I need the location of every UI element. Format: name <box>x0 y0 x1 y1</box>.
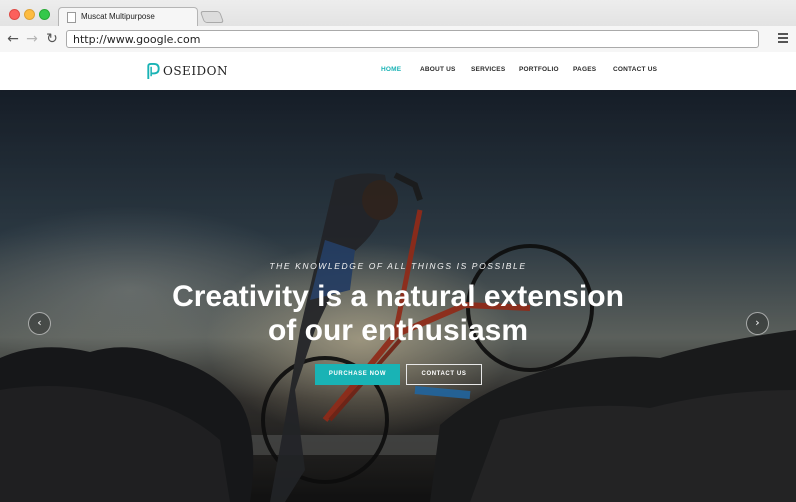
contact-us-button[interactable]: CONTACT US <box>406 364 482 385</box>
slider-next-arrow-icon[interactable]: › <box>746 312 769 335</box>
site-header: OSEIDON HOME ABOUT US SERVICES PORTFOLIO… <box>0 53 796 90</box>
hamburger-menu-icon[interactable] <box>778 33 788 44</box>
zoom-window-button[interactable] <box>39 9 50 20</box>
tab-bar: Muscat Multipurpose <box>0 0 796 27</box>
close-window-button[interactable] <box>9 9 20 20</box>
browser-toolbar: ← → ↻ http://www.google.com <box>0 26 796 52</box>
minimize-window-button[interactable] <box>24 9 35 20</box>
nav-item-services[interactable]: SERVICES <box>471 66 505 73</box>
nav-item-about-us[interactable]: ABOUT US <box>420 66 456 73</box>
nav-item-contact-us[interactable]: CONTACT US <box>613 66 657 73</box>
reload-icon[interactable]: ↻ <box>44 30 60 48</box>
tab-title: Muscat Multipurpose <box>81 12 155 21</box>
nav-item-portfolio[interactable]: PORTFOLIO <box>519 66 559 73</box>
browser-tab-active[interactable]: Muscat Multipurpose <box>58 7 198 27</box>
slider-prev-arrow-icon[interactable]: ‹ <box>28 312 51 335</box>
hero-headline-line-1: Creativity is a natural extension <box>172 280 624 313</box>
site-logo[interactable]: OSEIDON <box>146 60 228 82</box>
logo-text: OSEIDON <box>163 64 229 78</box>
address-bar[interactable]: http://www.google.com <box>66 30 759 48</box>
arrow-left-icon[interactable]: ← <box>5 30 21 48</box>
page-icon <box>67 12 76 23</box>
hero-headline-line-2: of our enthusiasm <box>267 314 529 347</box>
arrow-right-icon[interactable]: → <box>24 30 40 48</box>
hero-slider: THE KNOWLEDGE OF ALL THINGS IS POSSIBLE … <box>0 90 796 502</box>
logo-mark-icon <box>147 62 160 79</box>
address-bar-text: http://www.google.com <box>73 33 201 46</box>
purchase-now-button[interactable]: PURCHASE NOW <box>315 364 400 385</box>
hero-tagline: THE KNOWLEDGE OF ALL THINGS IS POSSIBLE <box>269 261 527 271</box>
new-tab-button[interactable] <box>199 11 225 23</box>
nav-item-home[interactable]: HOME <box>381 66 401 73</box>
hero-headline: Creativity is a natural extension of our… <box>0 280 796 348</box>
browser-chrome: Muscat Multipurpose ← → ↻ http://www.goo… <box>0 0 796 52</box>
nav-item-pages[interactable]: PAGES <box>573 66 596 73</box>
